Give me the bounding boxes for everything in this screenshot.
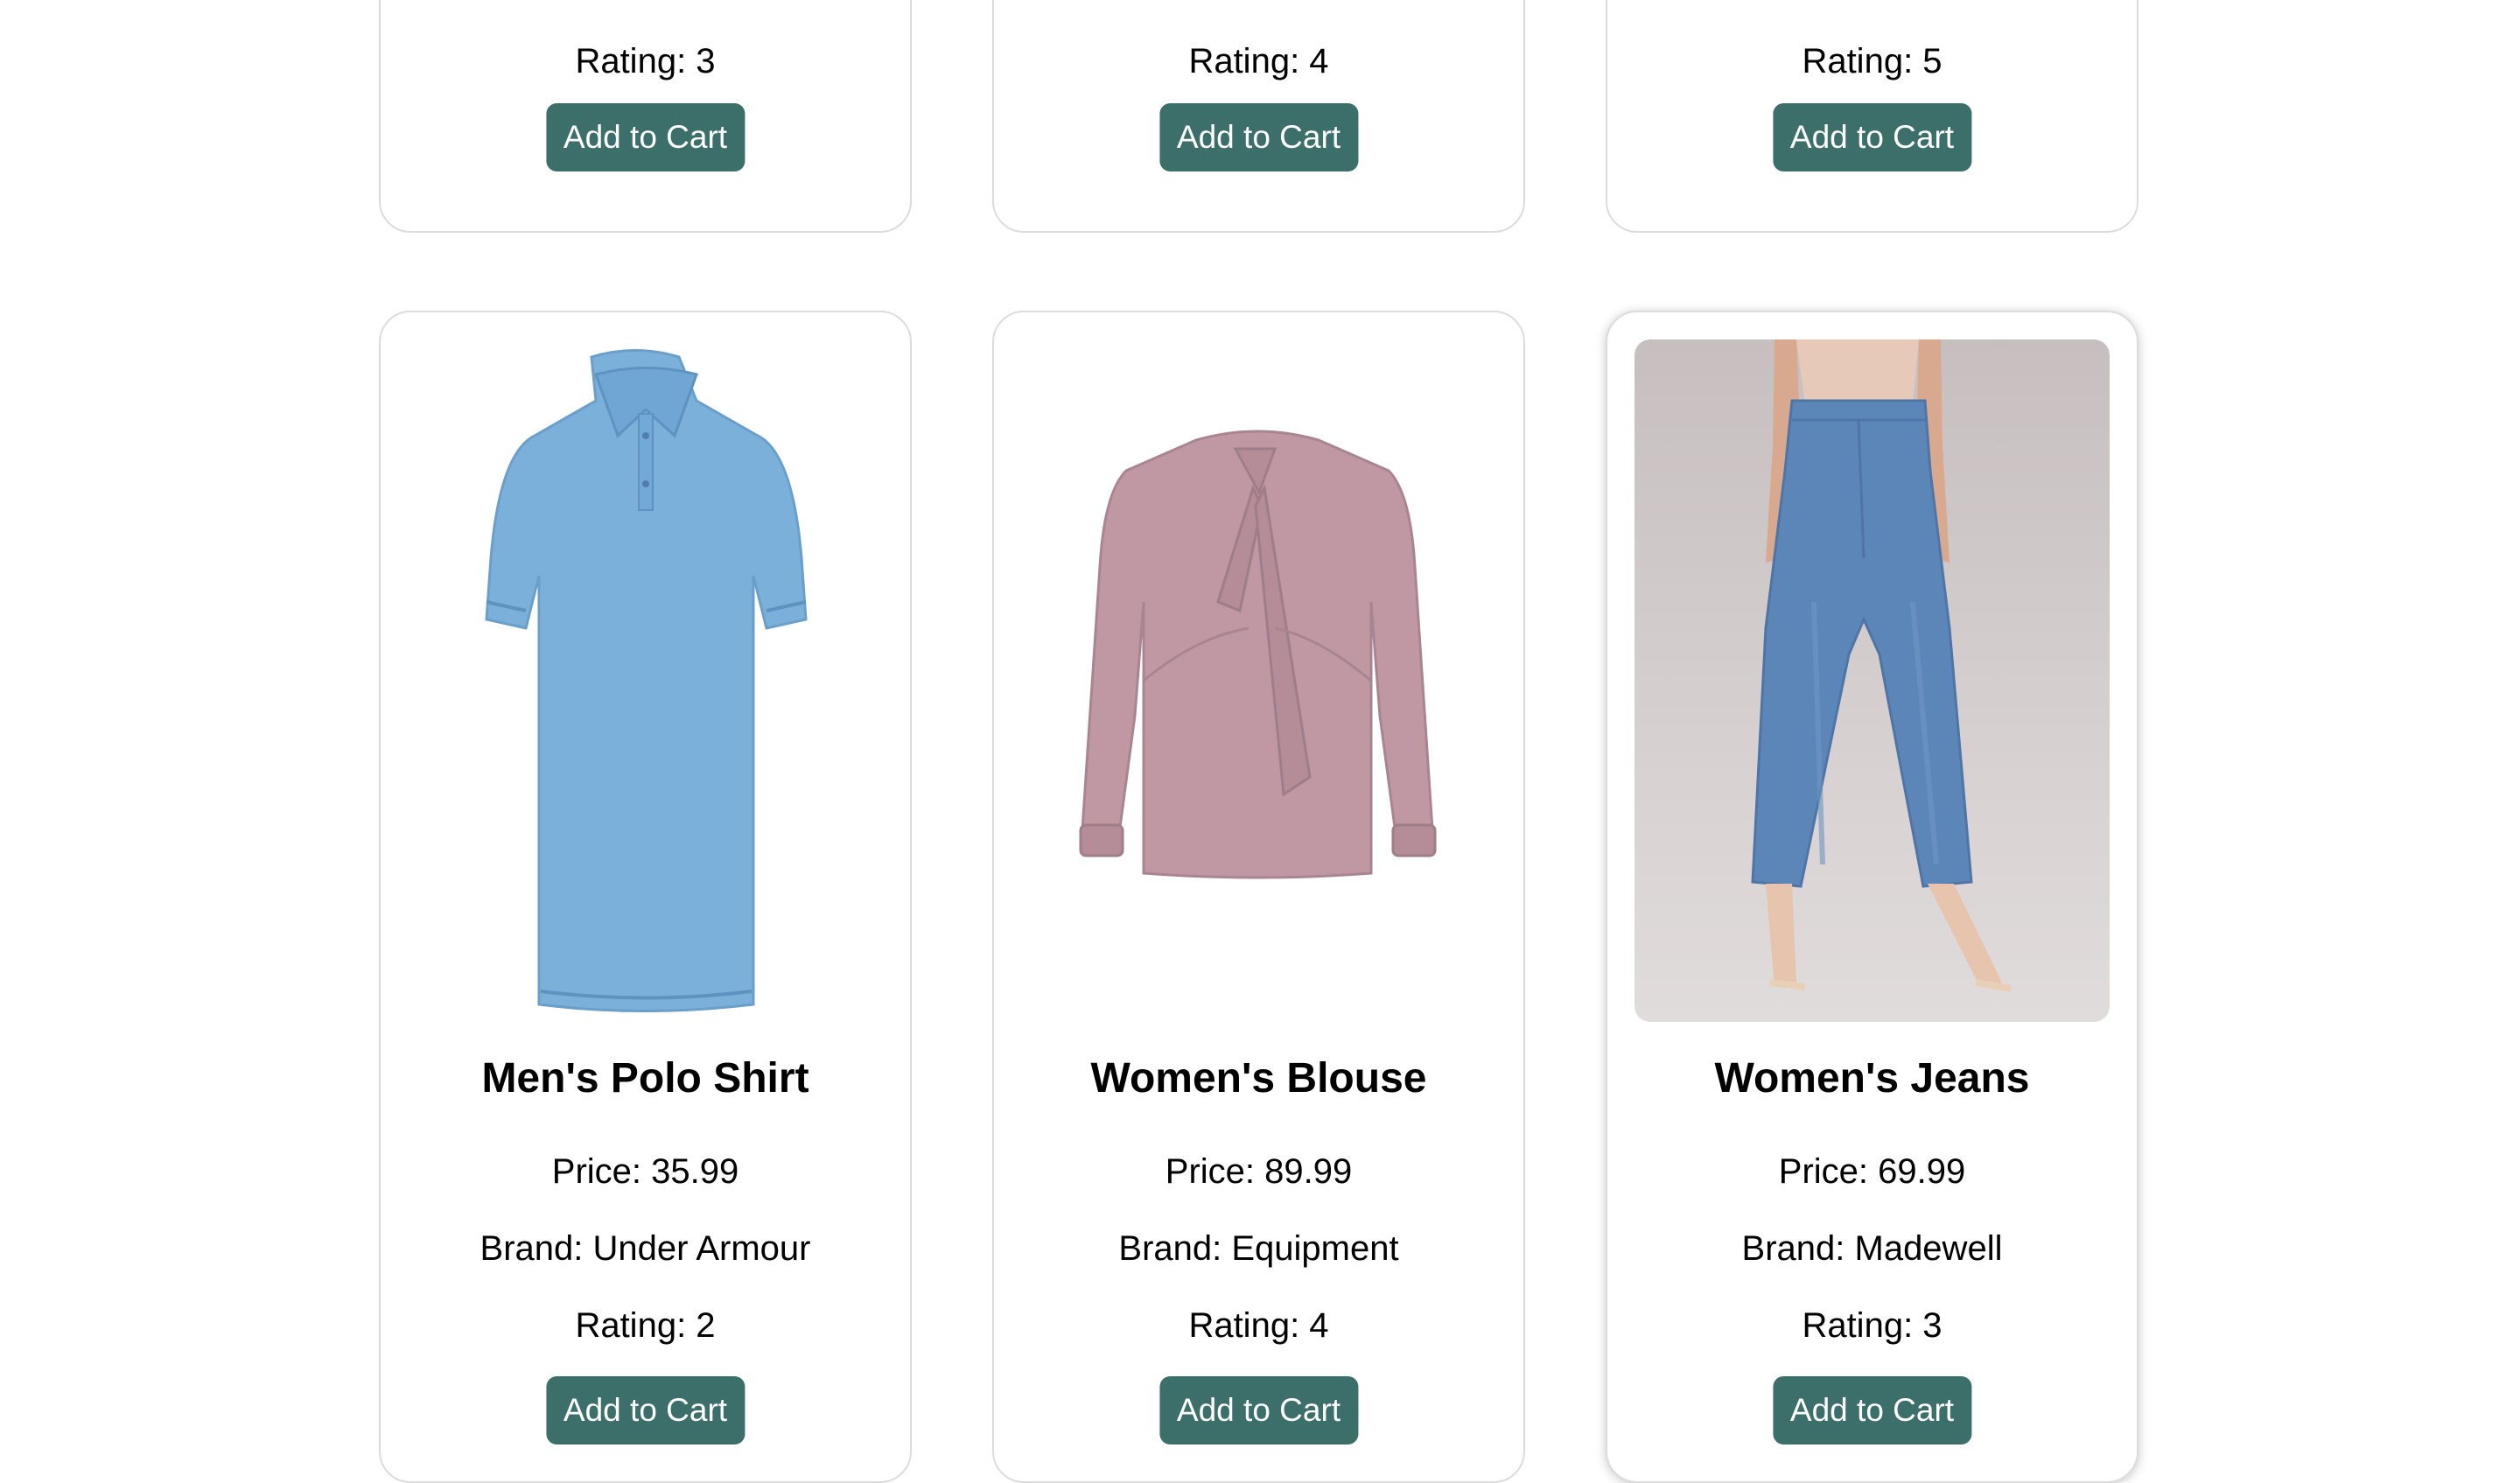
product-card-jeans: Women's Jeans Price: 69.99 Brand: Madewe… bbox=[1606, 311, 2138, 1483]
product-rating: Rating: 5 bbox=[1802, 42, 1942, 80]
product-brand: Brand: Equipment bbox=[1118, 1229, 1399, 1268]
product-rating: Rating: 3 bbox=[1802, 1306, 1942, 1345]
product-brand: Brand: Madewell bbox=[1741, 1229, 2003, 1268]
product-card: Rating: 5 Add to Cart bbox=[1606, 0, 2138, 233]
product-name: Women's Jeans bbox=[1714, 1055, 2030, 1102]
product-card: Rating: 3 Add to Cart bbox=[379, 0, 912, 233]
product-card-blouse: Women's Blouse Price: 89.99 Brand: Equip… bbox=[992, 311, 1525, 1483]
product-grid: Rating: 3 Add to Cart Rating: 4 Add to C… bbox=[0, 0, 2520, 1483]
product-price: Price: 69.99 bbox=[1778, 1152, 1966, 1191]
product-brand: Brand: Under Armour bbox=[480, 1229, 811, 1268]
product-name: Women's Blouse bbox=[1090, 1055, 1427, 1102]
add-to-cart-button[interactable]: Add to Cart bbox=[545, 103, 746, 171]
add-to-cart-button[interactable]: Add to Cart bbox=[1158, 103, 1359, 171]
add-to-cart-button[interactable]: Add to Cart bbox=[1772, 103, 1972, 171]
product-rating: Rating: 3 bbox=[575, 42, 716, 80]
jeans-image[interactable] bbox=[1634, 339, 2110, 1022]
polo-shirt-image[interactable] bbox=[408, 339, 883, 1022]
add-to-cart-button[interactable]: Add to Cart bbox=[1158, 1376, 1359, 1445]
add-to-cart-button[interactable]: Add to Cart bbox=[545, 1376, 746, 1445]
product-rating: Rating: 2 bbox=[575, 1306, 716, 1345]
product-card-polo-shirt: Men's Polo Shirt Price: 35.99 Brand: Und… bbox=[379, 311, 912, 1483]
product-rating: Rating: 4 bbox=[1188, 1306, 1329, 1345]
product-price: Price: 35.99 bbox=[551, 1152, 739, 1191]
blouse-image[interactable] bbox=[1021, 339, 1496, 1022]
product-rating: Rating: 4 bbox=[1188, 42, 1329, 80]
product-card: Rating: 4 Add to Cart bbox=[992, 0, 1525, 233]
add-to-cart-button[interactable]: Add to Cart bbox=[1772, 1376, 1972, 1445]
product-name: Men's Polo Shirt bbox=[481, 1055, 809, 1102]
product-price: Price: 89.99 bbox=[1165, 1152, 1353, 1191]
